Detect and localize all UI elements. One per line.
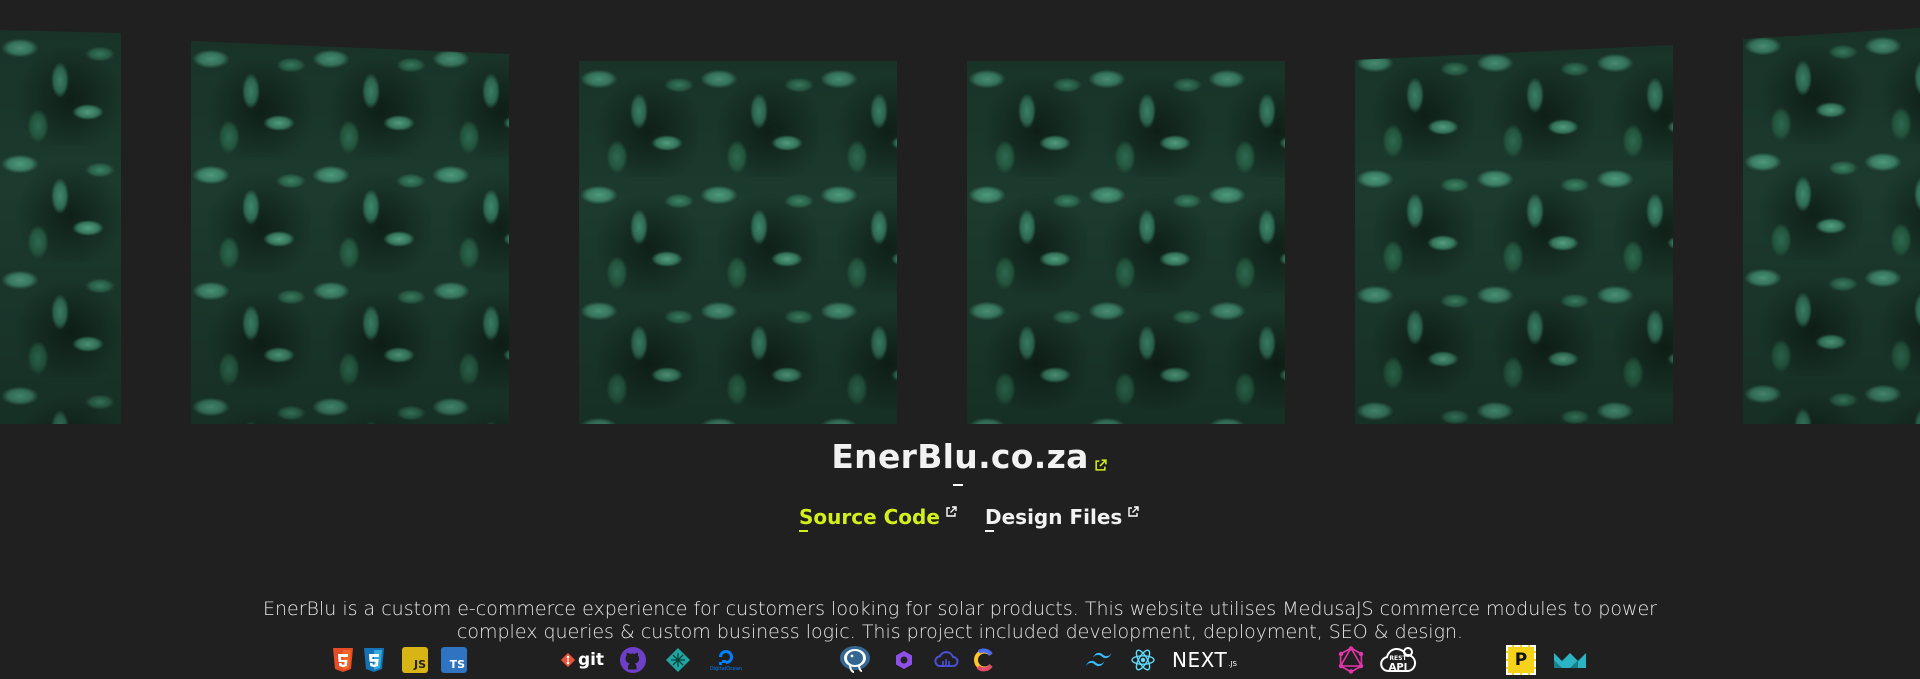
source-code-underline (799, 530, 808, 532)
nextjs-icon: NEXT .JS (1172, 646, 1246, 674)
external-link-icon (1127, 499, 1139, 523)
digitalocean-label: DigitalOcean (709, 666, 743, 672)
postman-stamp-icon: P (1506, 645, 1536, 675)
carousel-slide-leaves[interactable] (967, 61, 1285, 424)
project-description: EnerBlu is a custom e-commerce experienc… (262, 598, 1657, 643)
m-logo-icon (1552, 646, 1590, 674)
project-title: EnerBlu.co.za (831, 437, 1089, 476)
c-icon (971, 646, 997, 674)
carousel-slide-leaves[interactable] (579, 61, 897, 424)
project-title-link[interactable]: EnerBlu.co.za (831, 437, 1107, 476)
javascript-icon: JS (402, 647, 428, 673)
carousel-slide-leaves[interactable] (191, 41, 509, 424)
netlify-icon (664, 646, 692, 674)
html5-icon (331, 646, 355, 674)
design-files-underline (985, 530, 994, 532)
p-label: P (1514, 650, 1528, 670)
carousel-slide-leaves[interactable] (1743, 28, 1920, 424)
graphql-icon (1337, 646, 1365, 674)
source-code-link[interactable]: Source Code (799, 499, 957, 529)
cloud-icon (933, 646, 959, 674)
digitalocean-icon: DigitalOcean (706, 646, 746, 674)
github-icon (618, 646, 648, 674)
git-icon (560, 652, 576, 668)
postgresql-icon (838, 646, 872, 674)
typescript-icon: TS (441, 647, 467, 673)
api-label: API (1388, 662, 1408, 673)
react-icon (1130, 646, 1156, 674)
tailwind-icon (1085, 646, 1115, 674)
title-underline (953, 484, 963, 486)
carousel-slide-leaves[interactable] (0, 30, 121, 424)
rest-api-icon: REST API (1379, 646, 1417, 674)
medusa-icon (893, 646, 915, 674)
image-carousel[interactable] (0, 0, 1920, 430)
external-link-icon (945, 499, 957, 523)
design-files-link[interactable]: Design Files (985, 499, 1139, 529)
git-label: git (577, 650, 605, 670)
tech-stack-row: JS TS git DigitalOcean NEXT .JS REST API… (0, 640, 1920, 679)
source-code-label: Source Code (799, 505, 940, 529)
carousel-slide-leaves[interactable] (1355, 45, 1673, 424)
design-files-label: Design Files (985, 505, 1123, 529)
nextjs-sub-label: .JS (1228, 660, 1237, 668)
git-logo: git (558, 646, 606, 674)
external-link-icon (1094, 441, 1107, 480)
nextjs-label: NEXT (1172, 648, 1228, 672)
css3-icon (362, 646, 386, 674)
